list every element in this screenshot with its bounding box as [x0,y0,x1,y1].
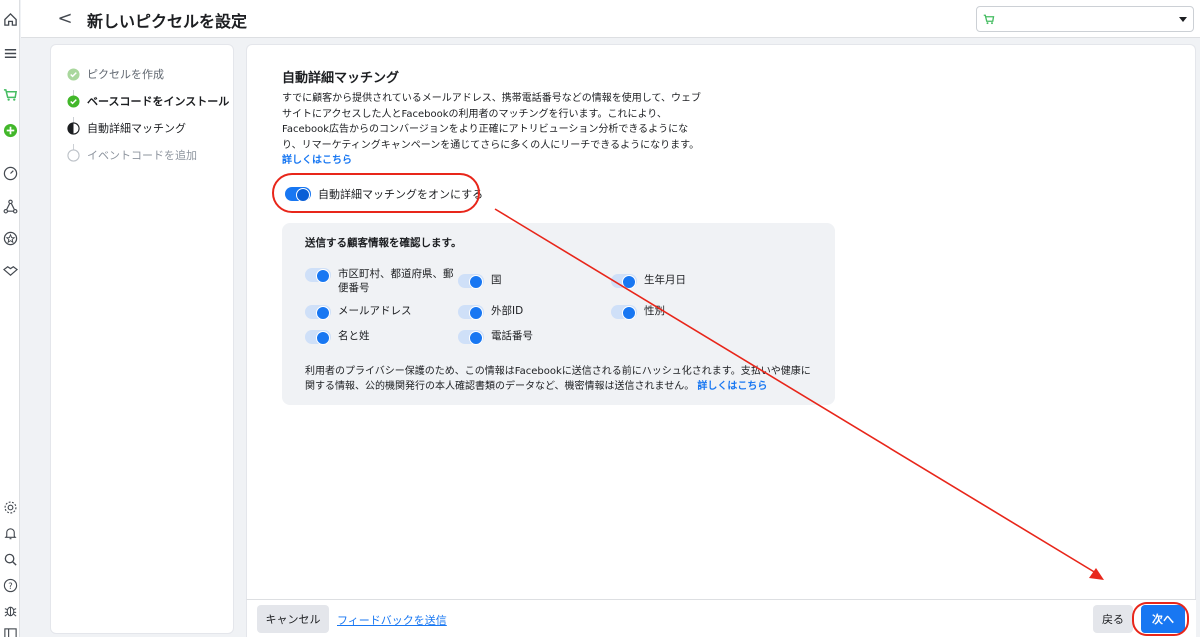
settings-gear-icon[interactable] [1,498,19,516]
page-title: 新しいピクセルを設定 [87,12,248,31]
checkbox-label: 名と姓 [338,330,370,342]
customer-info-title: 送信する顧客情報を確認します。 [305,237,462,249]
panel-icon[interactable] [1,625,19,637]
cancel-button[interactable]: キャンセル [257,605,329,633]
checkbox-external-id[interactable]: 外部ID [458,304,524,320]
section-title: 自動詳細マッチング [282,71,400,86]
checkbox-name[interactable]: 名と姓 [305,329,370,345]
search-icon[interactable] [1,550,19,568]
checkbox-label: メールアドレス [338,305,412,317]
toggle-switch[interactable] [305,330,331,345]
half-circle-icon [67,121,80,135]
advanced-matching-toggle-row: 自動詳細マッチングをオンにする [285,186,483,202]
section-description: すでに顧客から提供されているメールアドレス、携帯電話番号などの情報を使用して、ウ… [282,91,702,169]
back-chevron-icon[interactable]: < [55,6,75,30]
toggle-switch[interactable] [458,305,484,320]
step-create-pixel[interactable]: ピクセルを作成 [67,66,164,82]
step-label: ベースコードをインストール [87,95,230,108]
home-icon[interactable] [1,10,19,28]
network-nodes-icon[interactable] [1,197,19,215]
privacy-note: 利用者のプライバシー保護のため、この情報はFacebookに送信される前にハッシ… [305,364,820,394]
check-circle-icon [67,94,80,108]
advanced-matching-toggle[interactable] [285,187,311,202]
checkbox-label: 市区町村、都道府県、郵便番号 [338,268,454,294]
next-button[interactable]: 次へ [1141,605,1185,633]
add-circle-icon[interactable] [1,121,19,139]
main-content-panel: 自動詳細マッチング すでに顧客から提供されているメールアドレス、携帯電話番号など… [246,44,1196,599]
shopping-cart-icon [983,13,995,28]
checkbox-label: 生年月日 [644,274,686,286]
checkbox-label: 外部ID [491,305,524,317]
toggle-switch[interactable] [305,268,331,283]
toggle-switch[interactable] [611,305,637,320]
toggle-switch[interactable] [305,305,331,320]
step-label: ピクセルを作成 [87,68,164,81]
shopping-cart-icon[interactable] [1,85,19,103]
privacy-learn-more-link[interactable]: 詳しくはこちら [697,381,767,392]
toggle-switch[interactable] [458,330,484,345]
page-header: < 新しいピクセルを設定 [21,0,1200,38]
checkbox-label: 電話番号 [491,330,533,342]
send-feedback-link[interactable]: フィードバックを送信 [337,612,447,628]
checkbox-phone[interactable]: 電話番号 [458,329,533,345]
step-label: イベントコードを追加 [87,149,197,162]
check-circle-icon [67,67,80,81]
step-install-base-code[interactable]: ベースコードをインストール [67,93,229,109]
toggle-label: 自動詳細マッチングをオンにする [318,188,484,201]
bug-report-icon[interactable] [1,601,19,619]
toggle-switch[interactable] [611,274,637,289]
back-button[interactable]: 戻る [1093,605,1133,633]
dashboard-gauge-icon[interactable] [1,164,19,182]
account-dropdown[interactable] [976,6,1194,32]
svg-text:?: ? [8,580,12,590]
learn-more-link[interactable]: 詳しくはこちら [282,155,352,166]
footer-bar: キャンセル フィードバックを送信 戻る 次へ [246,599,1196,637]
help-icon[interactable]: ? [1,576,19,594]
handshake-icon[interactable] [1,261,19,279]
description-text: すでに顧客から提供されているメールアドレス、携帯電話番号などの情報を使用して、ウ… [282,93,701,151]
left-nav-rail: ? [0,0,20,637]
notification-bell-icon[interactable] [1,524,19,542]
checkbox-email[interactable]: メールアドレス [305,304,412,320]
setup-steps-panel: ピクセルを作成 ベースコードをインストール 自動詳細マッチング イベントコードを… [50,44,234,634]
toggle-switch[interactable] [458,274,484,289]
checkbox-label: 国 [491,274,502,286]
step-label: 自動詳細マッチング [87,122,186,135]
step-add-event-code[interactable]: イベントコードを追加 [67,147,197,163]
checkbox-gender[interactable]: 性別 [611,304,665,320]
checkbox-country[interactable]: 国 [458,273,502,289]
checkbox-city-state-zip[interactable]: 市区町村、都道府県、郵便番号 [305,267,455,295]
checkbox-label: 性別 [644,305,665,317]
checkbox-birthdate[interactable]: 生年月日 [611,273,686,289]
empty-circle-icon [67,148,80,162]
step-advanced-matching[interactable]: 自動詳細マッチング [67,120,186,136]
menu-icon[interactable] [1,44,19,62]
customer-info-box: 送信する顧客情報を確認します。 市区町村、都道府県、郵便番号 国 生年月日 メー… [282,223,835,405]
star-badge-icon[interactable] [1,229,19,247]
chevron-down-icon [1179,17,1187,22]
